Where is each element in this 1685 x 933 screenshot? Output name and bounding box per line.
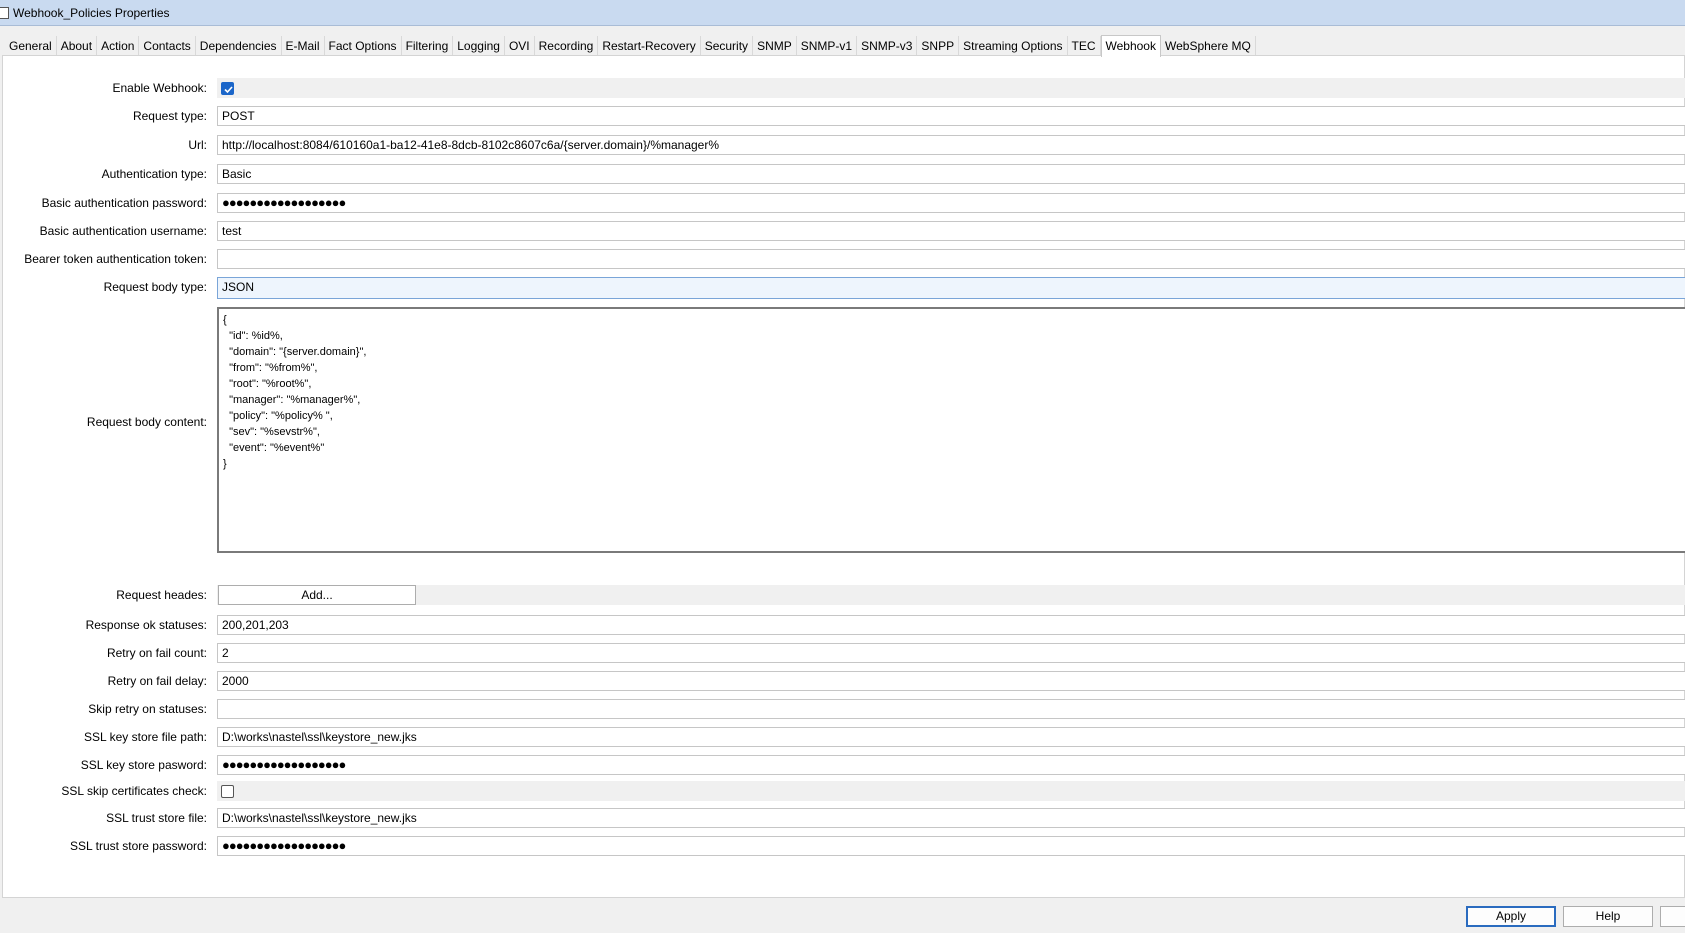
ssl-skip-check-area xyxy=(217,781,1685,801)
auth-type-label: Authentication type: xyxy=(101,167,207,181)
ssl-keystore-password-input[interactable]: ●●●●●●●●●●●●●●●●●● xyxy=(217,755,1685,775)
tab-webhook[interactable]: Webhook xyxy=(1100,35,1161,57)
body-type-select[interactable]: JSON xyxy=(217,277,1685,299)
request-headers-label: Request heades: xyxy=(116,588,207,602)
cancel-button-partial[interactable] xyxy=(1660,906,1685,927)
tab-restart-recovery[interactable]: Restart-Recovery xyxy=(598,36,701,56)
skip-retry-label: Skip retry on statuses: xyxy=(88,702,207,716)
ssl-truststore-file-input[interactable]: D:\works\nastel\ssl\keystore_new.jks xyxy=(217,808,1685,828)
tab-action[interactable]: Action xyxy=(97,36,140,56)
tab-snmp-v1[interactable]: SNMP-v1 xyxy=(796,36,858,56)
tab-fact-options[interactable]: Fact Options xyxy=(324,36,402,56)
title-bar: Webhook_Policies Properties xyxy=(0,0,1685,26)
retry-count-input[interactable]: 2 xyxy=(217,643,1685,663)
request-type-select[interactable]: POST xyxy=(217,106,1685,126)
ssl-truststore-file-label: SSL trust store file: xyxy=(106,811,207,825)
add-header-button[interactable]: Add... xyxy=(218,585,416,605)
ssl-keystore-password-label: SSL key store pasword: xyxy=(80,758,207,772)
retry-delay-label: Retry on fail delay: xyxy=(107,674,207,688)
body-content-textarea[interactable]: { "id": %id%, "domain": "{server.domain}… xyxy=(217,307,1685,553)
apply-button[interactable]: Apply xyxy=(1466,906,1556,927)
tab-security[interactable]: Security xyxy=(700,36,754,56)
window-icon xyxy=(0,6,9,19)
tab-bar: General About Action Contacts Dependenci… xyxy=(0,34,1256,57)
tab-snmp-v3[interactable]: SNMP-v3 xyxy=(857,36,918,56)
ssl-truststore-password-input[interactable]: ●●●●●●●●●●●●●●●●●● xyxy=(217,836,1685,856)
ssl-keystore-path-label: SSL key store file path: xyxy=(84,730,207,744)
ssl-truststore-password-label: SSL trust store password: xyxy=(70,839,207,853)
auth-type-select[interactable]: Basic xyxy=(217,164,1685,184)
bearer-token-input[interactable] xyxy=(217,249,1685,269)
ok-statuses-input[interactable]: 200,201,203 xyxy=(217,615,1685,635)
help-button[interactable]: Help xyxy=(1563,906,1653,927)
basic-username-label: Basic authentication username: xyxy=(39,224,207,238)
tab-filtering[interactable]: Filtering xyxy=(401,36,454,56)
tab-tec[interactable]: TEC xyxy=(1067,36,1101,56)
webhook-panel: Enable Webhook: Request type: POST Url: … xyxy=(2,55,1685,898)
ssl-skip-check-label: SSL skip certificates check: xyxy=(61,784,207,798)
enable-webhook-area xyxy=(217,78,1685,98)
tab-snpp[interactable]: SNPP xyxy=(917,36,960,56)
ssl-skip-check-checkbox[interactable] xyxy=(221,785,234,798)
retry-count-label: Retry on fail count: xyxy=(106,646,207,660)
request-headers-area xyxy=(217,585,1685,605)
tab-general[interactable]: General xyxy=(5,36,57,56)
basic-username-input[interactable]: test xyxy=(217,221,1685,241)
tab-recording[interactable]: Recording xyxy=(534,36,599,56)
tab-streaming-options[interactable]: Streaming Options xyxy=(959,36,1068,56)
tab-ovi[interactable]: OVI xyxy=(504,36,535,56)
tab-logging[interactable]: Logging xyxy=(453,36,505,56)
url-label: Url: xyxy=(188,138,207,152)
body-content-label: Request body content: xyxy=(86,415,207,429)
enable-webhook-checkbox[interactable] xyxy=(221,82,234,95)
window-title: Webhook_Policies Properties xyxy=(13,5,170,20)
tab-snmp[interactable]: SNMP xyxy=(753,36,797,56)
url-input[interactable]: http://localhost:8084/610160a1-ba12-41e8… xyxy=(217,135,1685,155)
check-icon xyxy=(224,86,233,94)
retry-delay-input[interactable]: 2000 xyxy=(217,671,1685,691)
tab-websphere-mq[interactable]: WebSphere MQ xyxy=(1160,36,1256,56)
basic-password-label: Basic authentication password: xyxy=(41,196,207,210)
bearer-token-label: Bearer token authentication token: xyxy=(24,252,207,266)
enable-webhook-label: Enable Webhook: xyxy=(112,81,207,95)
body-type-label: Request body type: xyxy=(103,280,207,294)
tab-email[interactable]: E-Mail xyxy=(281,36,325,56)
ssl-keystore-path-input[interactable]: D:\works\nastel\ssl\keystore_new.jks xyxy=(217,727,1685,747)
ok-statuses-label: Response ok statuses: xyxy=(85,618,207,632)
skip-retry-input[interactable] xyxy=(217,699,1685,719)
tab-dependencies[interactable]: Dependencies xyxy=(195,36,282,56)
request-type-label: Request type: xyxy=(132,109,207,123)
basic-password-input[interactable]: ●●●●●●●●●●●●●●●●●● xyxy=(217,193,1685,213)
tab-contacts[interactable]: Contacts xyxy=(139,36,196,56)
tab-about[interactable]: About xyxy=(56,36,98,56)
